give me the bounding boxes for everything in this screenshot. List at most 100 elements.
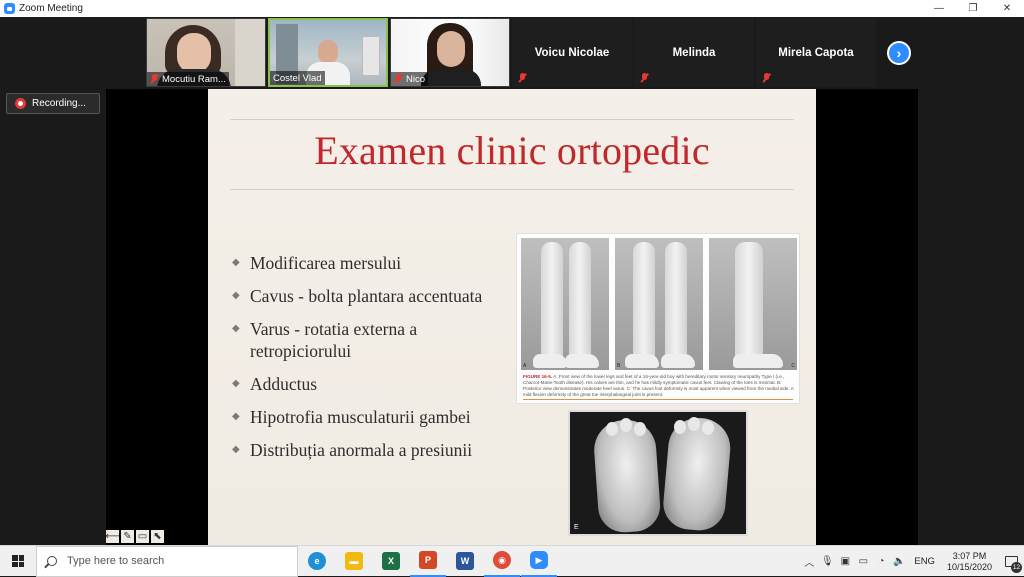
diamond-bullet-icon: ◆ <box>232 378 240 389</box>
bullet-text: Distribuția anormala a presiunii <box>250 440 473 460</box>
bullet-list: ◆ Modificarea mersului ◆ Cavus - bolta pla… <box>232 252 522 472</box>
figure-caption-text: A: Front view of the lower legs and feet… <box>523 374 794 397</box>
participant-name: Costel Vlad <box>273 72 322 84</box>
participant-name-bar: Mocutiu Ram... <box>147 72 229 86</box>
taskbar-app-excel[interactable]: X <box>373 546 409 577</box>
participant-tile[interactable]: Nico <box>390 18 510 87</box>
close-button[interactable]: ✕ <box>990 0 1024 17</box>
participant-name: Mirela Capota <box>778 46 854 59</box>
recording-label: Recording... <box>32 98 86 109</box>
taskbar-app-file-explorer[interactable]: ▬ <box>336 546 372 577</box>
mic-muted-icon <box>394 74 403 84</box>
diamond-bullet-icon: ◆ <box>232 411 240 422</box>
shared-screen: Examen clinic ortopedic ◆ Modificarea mer… <box>106 89 918 545</box>
meeting-area: Mocutiu Ram... Costel Vlad Nico Voicu Ni… <box>0 17 1024 545</box>
camera-app-icon[interactable]: ▣ <box>836 546 854 577</box>
back-arrow-icon[interactable]: ⟵ <box>105 530 120 543</box>
slides-icon[interactable]: ▭ <box>136 530 149 543</box>
window-titlebar: Zoom Meeting — ❐ ✕ <box>0 0 1024 17</box>
mic-muted-icon <box>762 73 771 83</box>
diamond-bullet-icon: ◆ <box>232 290 240 301</box>
participant-tile[interactable]: Voicu Nicolae <box>512 18 632 87</box>
start-button[interactable] <box>0 546 36 577</box>
diamond-bullet-icon: ◆ <box>232 257 240 268</box>
recording-indicator[interactable]: Recording... <box>6 93 100 114</box>
windows-taskbar: Type here to search e ▬ X P W ◉ ▶ ︿ 🎙 ▣ … <box>0 545 1024 577</box>
slide-divider <box>230 189 794 190</box>
system-tray: ︿ 🎙 ▣ ▭ ◔ 🔈 ENG 3:07 PM 10/15/2020 12 <box>800 546 1024 577</box>
chrome-icon: ◉ <box>493 551 511 569</box>
taskbar-search[interactable]: Type here to search <box>36 545 298 577</box>
clinical-figure-legs: A B C FIGURE 16-5. A: Front view of the … <box>516 233 800 404</box>
figure-panel-front: A <box>521 238 609 370</box>
participant-tile[interactable]: Melinda <box>634 18 754 87</box>
notification-count: 12 <box>1011 562 1022 573</box>
participant-name-bar: Nico <box>391 72 429 86</box>
zoom-icon: ▶ <box>530 551 548 569</box>
powerpoint-icon: P <box>419 551 437 569</box>
bullet-item: ◆ Cavus - bolta plantara accentuata <box>232 285 522 307</box>
presentation-slide: Examen clinic ortopedic ◆ Modificarea mer… <box>208 89 816 545</box>
pointer-icon[interactable]: ⬉ <box>151 530 164 543</box>
record-icon <box>15 98 26 109</box>
bullet-item: ◆ Hipotrofia musculaturii gambei <box>232 406 522 428</box>
participant-name: Melinda <box>672 46 716 59</box>
figure-panel-label: C <box>791 363 795 369</box>
participant-tile[interactable]: Mocutiu Ram... <box>146 18 266 87</box>
participant-tile-active-speaker[interactable]: Costel Vlad <box>268 18 388 87</box>
network-icon[interactable]: ◔ <box>872 546 890 577</box>
window-controls: — ❐ ✕ <box>922 0 1024 17</box>
window-title: Zoom Meeting <box>19 3 83 14</box>
excel-icon: X <box>382 552 400 570</box>
slide-title: Examen clinic ortopedic <box>314 128 710 173</box>
restore-button[interactable]: ❐ <box>956 0 990 17</box>
mic-muted-icon <box>640 73 649 83</box>
volume-icon[interactable]: 🔈 <box>890 546 908 577</box>
clock-time: 3:07 PM <box>952 550 987 561</box>
figure-panel-label: B <box>617 363 621 369</box>
input-language[interactable]: ENG <box>908 556 941 567</box>
minimize-button[interactable]: — <box>922 0 956 17</box>
battery-icon[interactable]: ▭ <box>854 546 872 577</box>
search-placeholder: Type here to search <box>67 555 165 567</box>
taskbar-app-zoom[interactable]: ▶ <box>521 546 557 577</box>
gallery-next-button[interactable]: › <box>887 41 911 65</box>
windows-logo-icon <box>12 555 24 567</box>
pen-icon[interactable]: ✎ <box>121 530 134 543</box>
taskbar-app-powerpoint[interactable]: P <box>410 546 446 577</box>
figure-panel-back: B <box>615 238 703 370</box>
figure-caption-label: FIGURE 16-5. <box>523 374 553 379</box>
system-clock[interactable]: 3:07 PM 10/15/2020 <box>941 551 998 573</box>
participant-strip: Mocutiu Ram... Costel Vlad Nico Voicu Ni… <box>146 18 876 87</box>
folder-icon: ▬ <box>345 552 363 570</box>
notification-center-button[interactable]: 12 <box>998 546 1024 577</box>
participant-name-bar: Costel Vlad <box>270 71 325 85</box>
search-icon <box>47 556 57 566</box>
chevron-up-icon[interactable]: ︿ <box>800 546 818 577</box>
participant-name: Mocutiu Ram... <box>162 73 226 85</box>
figure-panel-label: E <box>574 524 579 531</box>
word-icon: W <box>456 552 474 570</box>
bullet-text: Adductus <box>250 374 318 394</box>
bullet-text: Hipotrofia musculaturii gambei <box>250 407 471 427</box>
slide-annotation-toolbar: ⟵ ✎ ▭ ⬉ <box>105 530 164 543</box>
bullet-text: Modificarea mersului <box>250 253 402 273</box>
figure-panel-label: A <box>523 363 527 369</box>
taskbar-app-edge[interactable]: e <box>299 546 335 577</box>
clinical-figure-soles: E <box>568 410 748 536</box>
participant-tile[interactable]: Mirela Capota <box>756 18 876 87</box>
bullet-item: ◆ Varus - rotatia externa a retropiciorul… <box>232 318 522 362</box>
taskbar-app-chrome[interactable]: ◉ <box>484 546 520 577</box>
bullet-item: ◆ Distribuția anormala a presiunii <box>232 439 522 461</box>
edge-icon: e <box>308 552 326 570</box>
microphone-icon[interactable]: 🎙 <box>818 546 836 577</box>
diamond-bullet-icon: ◆ <box>232 444 240 455</box>
taskbar-app-word[interactable]: W <box>447 546 483 577</box>
mic-muted-icon <box>518 73 527 83</box>
bullet-item: ◆ Adductus <box>232 373 522 395</box>
bullet-text: Cavus - bolta plantara accentuata <box>250 286 483 306</box>
clock-date: 10/15/2020 <box>946 561 992 572</box>
zoom-app-icon <box>4 3 15 14</box>
diamond-bullet-icon: ◆ <box>232 323 240 334</box>
bullet-text: Varus - rotatia externa a retropiciorulu… <box>250 319 418 361</box>
